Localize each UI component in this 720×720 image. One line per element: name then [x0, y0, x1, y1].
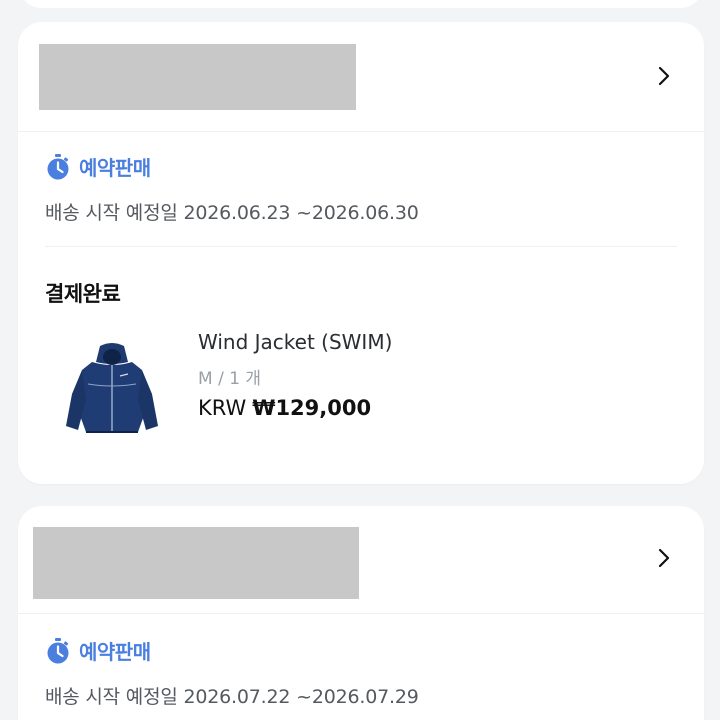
shipping-range: 2026.06.23 ~2026.06.30	[183, 202, 419, 224]
preorder-label: 예약판매	[79, 640, 151, 664]
product-name[interactable]: Wind Jacket (SWIM)	[198, 330, 392, 354]
divider	[45, 246, 677, 247]
chevron-right-icon[interactable]	[652, 64, 676, 88]
price-currency: KRW	[198, 396, 247, 420]
stopwatch-icon	[47, 153, 69, 179]
shipping-label: 배송 시작 예정일	[45, 202, 178, 224]
shipping-range: 2026.07.22 ~2026.07.29	[183, 686, 419, 708]
shipping-date-text: 배송 시작 예정일 2026.06.23 ~2026.06.30	[45, 198, 419, 225]
redacted-order-title	[39, 44, 356, 110]
order-card: 예약판매 배송 시작 예정일 2026.07.22 ~2026.07.29	[18, 506, 704, 720]
stopwatch-icon	[47, 637, 69, 663]
order-card: 예약판매 배송 시작 예정일 2026.06.23 ~2026.06.30 결제…	[18, 22, 704, 484]
order-status: 결제완료	[45, 282, 121, 306]
preorder-badge: 예약판매	[45, 636, 151, 665]
product-option: M / 1 개	[198, 369, 262, 389]
redacted-order-title	[33, 527, 359, 599]
product-image[interactable]	[62, 340, 162, 440]
shipping-date-text: 배송 시작 예정일 2026.07.22 ~2026.07.29	[45, 682, 419, 709]
order-card-header[interactable]	[18, 506, 704, 614]
price-amount: ₩129,000	[252, 396, 372, 420]
preorder-label: 예약판매	[79, 156, 151, 180]
preorder-badge: 예약판매	[45, 152, 151, 181]
previous-order-card	[18, 0, 704, 8]
shipping-label: 배송 시작 예정일	[45, 686, 178, 708]
product-price: KRW ₩129,000	[198, 396, 371, 420]
chevron-right-icon[interactable]	[652, 546, 676, 570]
order-card-header[interactable]	[18, 22, 704, 132]
